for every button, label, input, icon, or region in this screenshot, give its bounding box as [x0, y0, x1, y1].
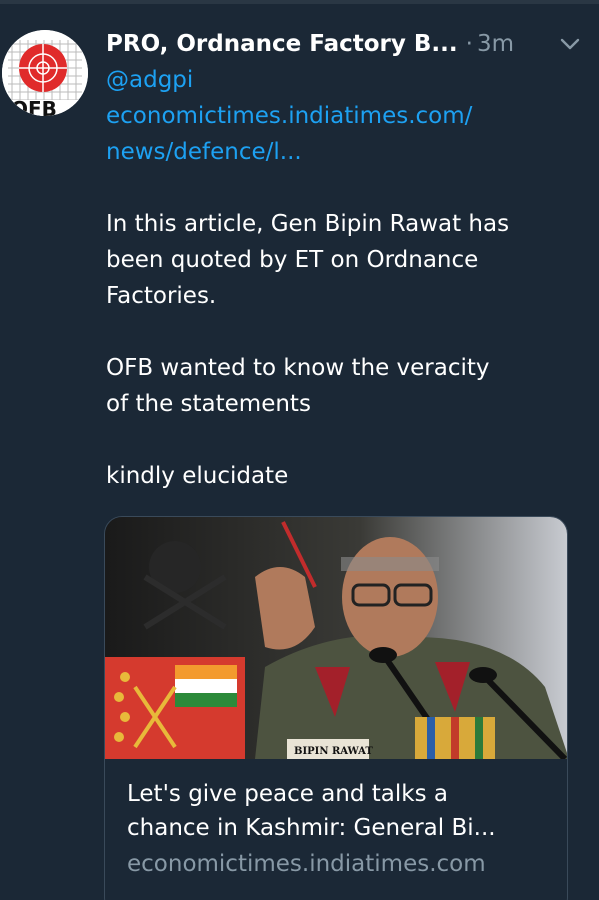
separator-dot: ·	[465, 31, 473, 57]
ofb-logo-text: OFB	[11, 97, 57, 116]
paragraph-line: been quoted by ET on Ordnance	[106, 247, 479, 273]
avatar[interactable]: OFB	[2, 30, 88, 116]
tweet-header: PRO, Ordnance Factory B... · 3m	[106, 24, 581, 64]
card-title-line1[interactable]: Let's give peace and talks a	[127, 777, 545, 811]
link-preview-card[interactable]: BIPIN RAWAT Let's give peace and talks a…	[104, 516, 568, 900]
paragraph-line: In this article, Gen Bipin Rawat has	[106, 211, 510, 237]
paragraph-line: of the statements	[106, 391, 311, 417]
article-link-line1[interactable]: economictimes.indiatimes.com/	[106, 98, 576, 134]
mention-link[interactable]: @adgpi	[106, 62, 576, 98]
paragraph-line: kindly elucidate	[106, 463, 289, 489]
ofb-logo: OFB	[2, 30, 88, 116]
paragraph-2: OFB wanted to know the veracity of the s…	[106, 350, 576, 422]
nameplate-text: BIPIN RAWAT	[294, 746, 373, 757]
article-link-line2[interactable]: news/defence/l...	[106, 134, 576, 170]
paragraph-3: kindly elucidate	[106, 458, 576, 494]
card-domain: economictimes.indiatimes.com	[127, 851, 486, 877]
card-photo: BIPIN RAWAT	[105, 517, 567, 759]
top-divider	[0, 0, 599, 4]
tweet-text: @adgpi economictimes.indiatimes.com/ new…	[106, 62, 576, 494]
card-title-line2[interactable]: chance in Kashmir: General Bi...	[127, 811, 545, 845]
chevron-down-icon[interactable]	[559, 35, 581, 53]
display-name[interactable]: PRO, Ordnance Factory B...	[106, 31, 458, 57]
timestamp[interactable]: 3m	[477, 31, 514, 57]
card-text: Let's give peace and talks a chance in K…	[105, 759, 567, 881]
paragraph-1: In this article, Gen Bipin Rawat has bee…	[106, 206, 576, 314]
paragraph-line: Factories.	[106, 283, 217, 309]
paragraph-line: OFB wanted to know the veracity	[106, 355, 490, 381]
